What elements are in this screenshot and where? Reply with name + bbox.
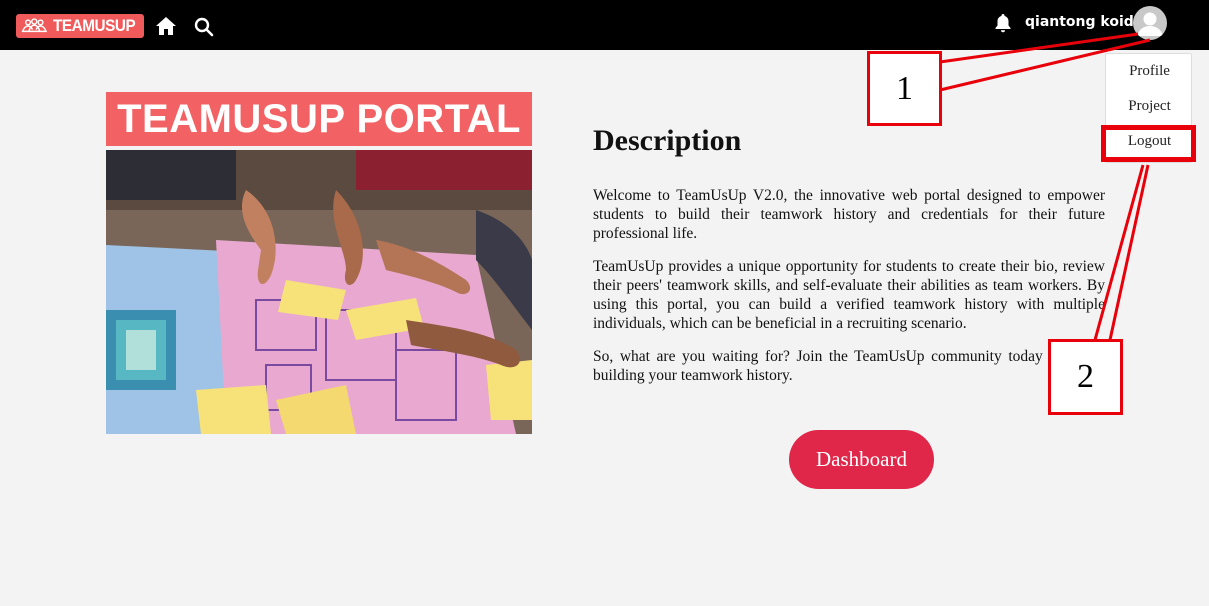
annotation-callout-2: 2 bbox=[1048, 339, 1123, 415]
user-avatar[interactable] bbox=[1133, 6, 1167, 40]
description-paragraph-2: TeamUsUp provides a unique opportunity f… bbox=[593, 258, 1105, 332]
hero-image: TEAMUSUP PORTAL bbox=[106, 92, 532, 434]
description-paragraph-1: Welcome to TeamUsUp V2.0, the innovative… bbox=[593, 187, 1105, 242]
teamwork-photo bbox=[106, 150, 532, 434]
description-heading: Description bbox=[593, 124, 742, 157]
hero-photo bbox=[106, 150, 532, 434]
hero-banner: TEAMUSUP PORTAL bbox=[106, 92, 532, 146]
hero-title: TEAMUSUP PORTAL bbox=[117, 96, 521, 141]
teamusup-logo-icon bbox=[21, 18, 47, 33]
user-avatar-icon bbox=[1137, 12, 1163, 36]
brand-name: TEAMUSUP bbox=[52, 16, 136, 35]
top-navbar: TEAMUSUP qiantong koid bbox=[0, 0, 1209, 50]
search-icon[interactable] bbox=[194, 17, 214, 37]
home-icon[interactable] bbox=[155, 15, 177, 37]
user-name[interactable]: qiantong koid bbox=[1025, 14, 1134, 30]
logout-highlight-box bbox=[1101, 125, 1196, 162]
menu-item-project[interactable]: Project bbox=[1106, 98, 1193, 115]
menu-item-profile[interactable]: Profile bbox=[1106, 63, 1193, 80]
bell-icon[interactable] bbox=[994, 13, 1012, 33]
annotation-callout-1: 1 bbox=[867, 51, 942, 126]
brand-logo[interactable]: TEAMUSUP bbox=[16, 14, 144, 38]
dashboard-button[interactable]: Dashboard bbox=[789, 430, 934, 489]
description-paragraph-3: So, what are you waiting for? Join the T… bbox=[593, 348, 1105, 384]
